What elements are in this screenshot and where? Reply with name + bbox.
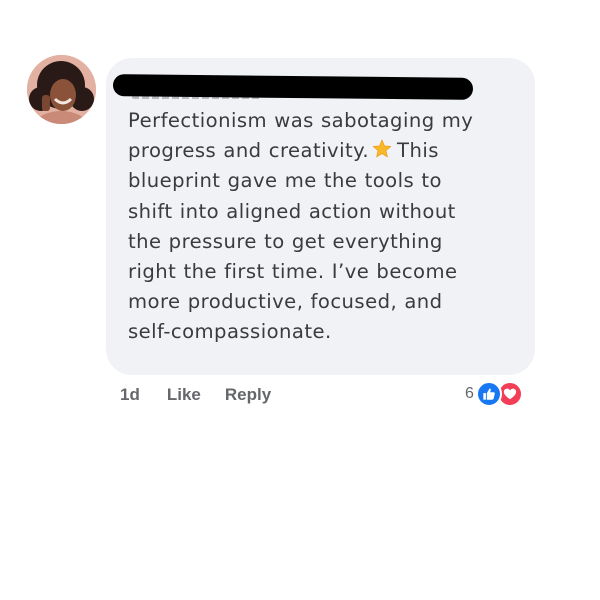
reply-button[interactable]: Reply <box>225 385 271 405</box>
comment-screen: Perfectionism was sabotaging my progress… <box>0 0 600 600</box>
avatar-photo-icon <box>27 55 96 124</box>
comment-line: more productive, focused, and <box>128 290 443 314</box>
comment-line-with-emoji: progress and creativity. This <box>128 136 528 166</box>
comment-line: blueprint gave me the tools to <box>128 169 442 193</box>
like-thumb-icon <box>475 381 502 407</box>
avatar[interactable] <box>27 55 96 124</box>
comment-line-part: This <box>397 139 439 163</box>
redacted-author-name <box>112 74 474 100</box>
comment-text: Perfectionism was sabotaging my progress… <box>128 106 528 348</box>
comment-line: shift into aligned action without <box>128 199 456 223</box>
comment-line-part: progress and creativity. <box>128 139 370 163</box>
comment-line: Perfectionism was sabotaging my <box>128 109 474 132</box>
comment-timestamp[interactable]: 1d <box>120 385 140 405</box>
comment-line: the pressure to get everything <box>128 229 443 253</box>
reaction-count: 6 <box>465 385 474 402</box>
reaction-summary[interactable]: 6 <box>465 380 523 408</box>
comment-actions: 1d Like Reply <box>120 384 295 406</box>
like-button[interactable]: Like <box>167 385 201 405</box>
star-emoji-icon <box>372 139 392 158</box>
comment-line: right the first time. I’ve become <box>128 260 458 284</box>
comment-line: self-compassionate. <box>128 320 332 344</box>
